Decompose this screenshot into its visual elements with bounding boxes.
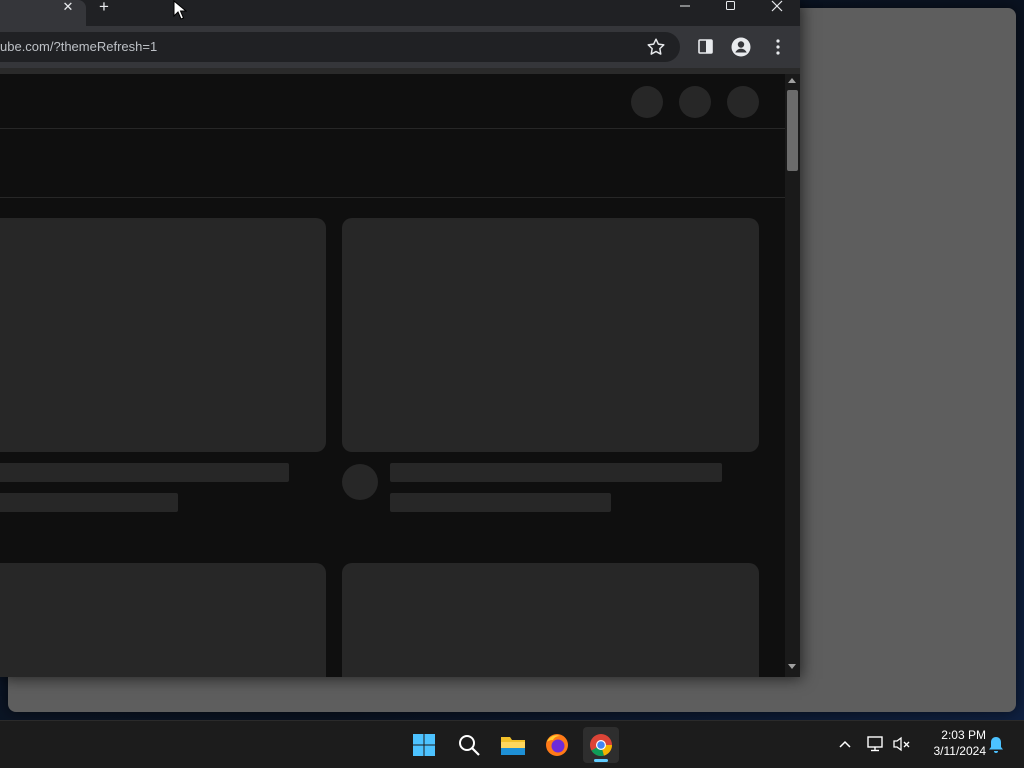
maximize-icon (726, 1, 735, 10)
notifications-button[interactable] (986, 735, 1006, 755)
taskbar-clock[interactable]: 2:03 PM 3/11/2024 (918, 727, 987, 763)
bookmark-button[interactable] (645, 36, 667, 58)
scroll-thumb[interactable] (787, 90, 798, 171)
menu-icon (776, 39, 780, 55)
firefox-icon (546, 734, 568, 756)
chrome-menu-button[interactable] (770, 37, 786, 57)
volume-button[interactable] (892, 735, 912, 753)
maximize-button[interactable] (708, 0, 754, 14)
video-title-placeholder (0, 463, 289, 482)
start-icon (413, 734, 435, 756)
start-button[interactable] (406, 727, 442, 763)
close-window-button[interactable] (754, 0, 800, 14)
video-thumbnail-placeholder[interactable] (0, 563, 326, 677)
masthead-icon-placeholder (679, 86, 711, 118)
chrome-icon (590, 734, 612, 757)
tab-strip: ✕ + (0, 0, 800, 26)
video-thumbnail-placeholder[interactable] (0, 218, 326, 452)
active-app-indicator (594, 759, 608, 762)
show-hidden-icons-button[interactable] (836, 735, 854, 753)
network-icon (867, 736, 883, 752)
video-title-placeholder (390, 463, 722, 482)
masthead-icon-placeholder (727, 86, 759, 118)
minimize-button[interactable] (662, 0, 708, 14)
minimize-icon (680, 5, 690, 7)
page-content (0, 74, 785, 677)
search-button[interactable] (451, 727, 487, 763)
search-icon (459, 735, 480, 756)
new-tab-button[interactable]: + (94, 0, 114, 15)
firefox-button[interactable] (539, 727, 575, 763)
taskbar: 2:03 PM 3/11/2024 (0, 720, 1024, 768)
side-panel-icon (698, 39, 713, 54)
video-meta-placeholder (0, 493, 178, 512)
chips-bar-placeholder (0, 130, 785, 198)
masthead-icon-placeholder (631, 86, 663, 118)
clock-time: 2:03 PM (941, 728, 986, 742)
address-bar[interactable]: ube.com/?themeRefresh=1 (0, 32, 680, 62)
chrome-taskbar-button[interactable] (583, 727, 619, 763)
masthead-placeholder (0, 74, 785, 129)
profile-button[interactable] (731, 37, 751, 57)
clock-date: 3/11/2024 (933, 744, 987, 758)
bell-icon (989, 737, 1003, 753)
video-meta-placeholder (390, 493, 611, 512)
network-button[interactable] (866, 735, 886, 753)
close-icon (771, 0, 783, 12)
page-scrollbar[interactable] (785, 74, 800, 677)
chrome-window: ✕ + ube.com/?themeRefresh=1 (0, 0, 800, 677)
tab-close-button[interactable]: ✕ (58, 0, 78, 14)
video-thumbnail-placeholder[interactable] (342, 563, 759, 677)
file-explorer-icon (501, 737, 525, 755)
chevron-up-icon (839, 740, 851, 748)
file-explorer-button[interactable] (495, 727, 531, 763)
volume-muted-icon (893, 736, 910, 752)
side-panel-button[interactable] (696, 38, 716, 56)
scroll-up-arrow[interactable] (788, 78, 796, 83)
url-text[interactable]: ube.com/?themeRefresh=1 (0, 39, 157, 54)
scroll-down-arrow[interactable] (788, 664, 796, 669)
channel-avatar-placeholder (342, 464, 378, 500)
browser-toolbar: ube.com/?themeRefresh=1 (0, 26, 800, 68)
video-thumbnail-placeholder[interactable] (342, 218, 759, 452)
profile-icon (731, 37, 751, 57)
star-icon (647, 38, 665, 55)
mouse-cursor-icon (173, 0, 187, 20)
active-tab[interactable]: ✕ (0, 0, 86, 26)
